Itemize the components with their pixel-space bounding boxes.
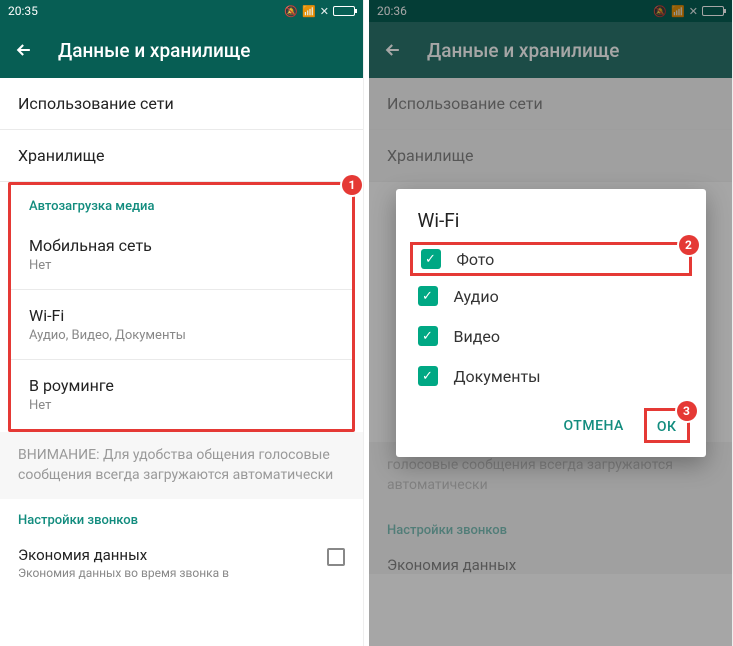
mute-icon: 🔕 [284,5,298,18]
titlebar: Данные и хранилище [0,22,363,78]
battery-icon [333,6,355,16]
cancel-button[interactable]: ОТМЕНА [551,410,635,442]
savings-sub: Экономия данных во время звонка в [18,566,229,580]
checkbox-documents[interactable]: ✓ [418,366,438,386]
option-label: Видео [454,327,500,346]
dialog-title: Wi-Fi [396,209,706,242]
item-label: Хранилище [18,146,345,165]
item-sub: Нет [29,258,334,273]
option-audio[interactable]: ✓ Аудио [396,276,706,316]
savings-title: Экономия данных [18,546,229,564]
status-time: 20:35 [8,4,38,18]
highlight-ok-button: 3 ОК [644,408,690,443]
item-network-usage[interactable]: Использование сети [0,78,363,130]
checkbox-video[interactable]: ✓ [418,326,438,346]
badge-2: 2 [679,235,699,255]
item-label: Wi-Fi [29,306,334,325]
item-data-savings[interactable]: Экономия данных Экономия данных во время… [0,534,363,580]
wifi-dialog: Wi-Fi 2 ✓ Фото ✓ Аудио ✓ Видео ✓ Докумен… [396,189,706,457]
checkbox-audio[interactable]: ✓ [418,286,438,306]
section-calls-header: Настройки звонков [0,499,363,534]
option-label: Аудио [454,287,499,306]
checkbox-savings[interactable] [327,548,345,566]
item-wifi[interactable]: Wi-Fi Аудио, Видео, Документы [11,290,352,360]
back-icon[interactable] [14,40,34,60]
item-label: В роуминге [29,376,334,395]
notice-text: ВНИМАНИЕ: Для удобства общения голосовые… [0,432,363,499]
x-icon: ✕ [320,5,329,18]
item-sub: Аудио, Видео, Документы [29,328,334,343]
badge-1: 1 [342,175,362,195]
status-icons: 🔕 📶 ✕ [284,5,355,18]
phone-right: 20:36 🔕 📶 ✕ Данные и хранилище Использов… [369,0,733,646]
item-roaming[interactable]: В роуминге Нет [11,360,352,429]
checkbox-photo[interactable]: ✓ [421,249,441,269]
section-media-header: Автозагрузка медиа [11,185,352,220]
highlight-media-autoload: 1 Автозагрузка медиа Мобильная сеть Нет … [8,182,355,432]
wifi-icon: 📶 [302,5,316,18]
dialog-actions: ОТМЕНА 3 ОК [396,396,706,449]
option-label: Фото [457,250,495,269]
option-video[interactable]: ✓ Видео [396,316,706,356]
item-label: Мобильная сеть [29,236,334,255]
item-mobile-network[interactable]: Мобильная сеть Нет [11,220,352,290]
option-documents[interactable]: ✓ Документы [396,356,706,396]
highlight-photo-option: 2 ✓ Фото [410,242,692,276]
page-title: Данные и хранилище [58,39,251,62]
status-bar: 20:35 🔕 📶 ✕ [0,0,363,22]
option-label: Документы [454,367,541,386]
item-sub: Нет [29,398,334,413]
dialog-overlay: Wi-Fi 2 ✓ Фото ✓ Аудио ✓ Видео ✓ Докумен… [369,0,732,646]
ok-button[interactable]: ОК [657,419,677,435]
phone-left: 20:35 🔕 📶 ✕ Данные и хранилище Использов… [0,0,364,646]
badge-3: 3 [677,401,697,421]
item-storage[interactable]: Хранилище [0,130,363,182]
item-label: Использование сети [18,94,345,113]
